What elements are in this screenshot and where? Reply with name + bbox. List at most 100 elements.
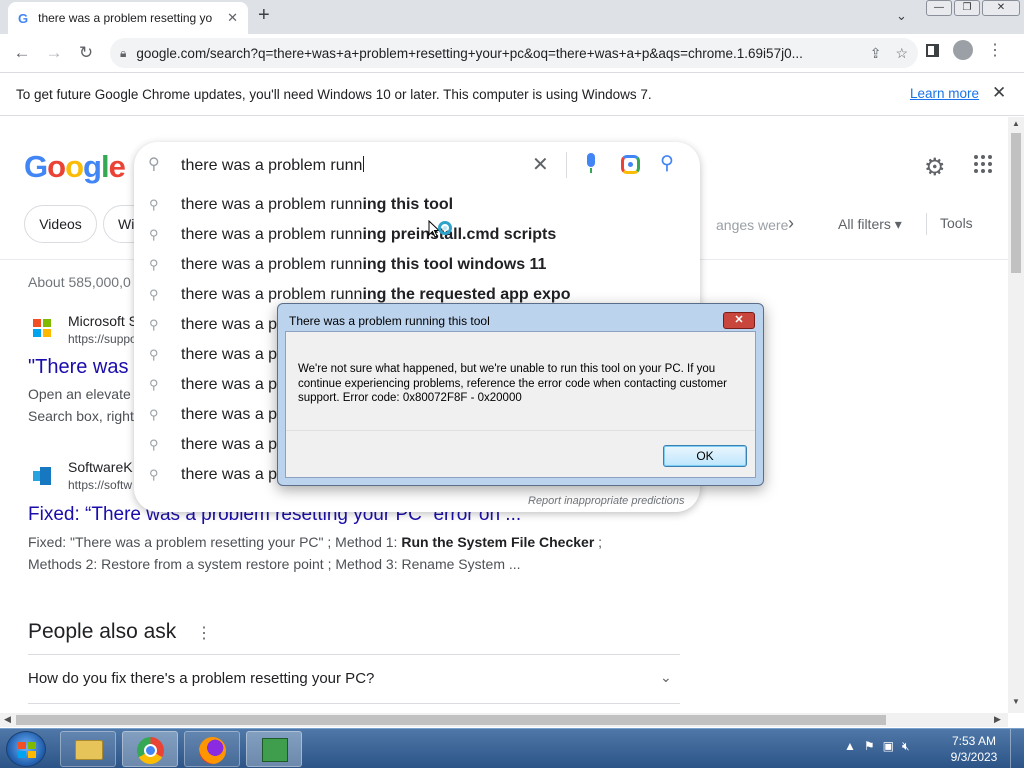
chevron-down-icon[interactable]: ⌄ <box>660 669 672 686</box>
result-count: About 585,000,0 <box>28 274 131 290</box>
result-title-link[interactable]: "There was <box>28 356 128 379</box>
search-submit-icon[interactable]: ⚲ <box>660 152 674 175</box>
restore-button[interactable]: ❐ <box>954 0 980 16</box>
paa-question[interactable]: How do you fix there's a problem resetti… <box>28 670 374 687</box>
suggestion-prefix: there was a problem runn <box>181 256 363 273</box>
tools-button[interactable]: Tools <box>940 215 973 231</box>
voice-search-mic-icon[interactable] <box>584 153 598 175</box>
clock-time: 7:53 AM <box>951 734 997 748</box>
google-logo[interactable]: Google <box>24 149 126 185</box>
chevron-right-icon[interactable]: › <box>788 213 794 234</box>
snippet-bold: Run the System File Checker <box>401 534 595 550</box>
profile-avatar-icon[interactable] <box>953 40 973 60</box>
suggestion-completion: ing preinstall.cmd scripts <box>362 226 557 243</box>
result-snippet: Open an elevate <box>28 386 131 402</box>
caret-down-icon: ▾ <box>894 216 902 232</box>
start-button[interactable] <box>6 731 46 767</box>
search-input[interactable]: ⚲ there was a problem runn <box>134 142 700 188</box>
taskbar-firefox-button[interactable] <box>184 731 240 767</box>
snippet-text: ; <box>594 534 603 550</box>
firefox-icon <box>199 737 226 764</box>
google-lens-icon[interactable] <box>621 155 640 174</box>
minimize-button[interactable]: — <box>926 0 952 16</box>
suggestion-text: there was a problem running the requeste… <box>181 286 570 304</box>
suggestion-item[interactable]: ⚲ there was a problem running preinstall.… <box>134 221 700 251</box>
show-desktop-button[interactable] <box>1010 729 1024 768</box>
tab-strip: G there was a problem resetting yo ✕ + ⌄… <box>0 0 1024 34</box>
dialog-message: We're not sure what happened, but we're … <box>298 363 727 404</box>
infobar-close-icon[interactable]: ✕ <box>992 83 1006 103</box>
suggestion-text: there was a p <box>181 406 278 423</box>
divider <box>28 703 680 704</box>
scroll-right-arrow-icon[interactable]: ▶ <box>994 714 1001 725</box>
search-icon: ⚲ <box>149 377 159 392</box>
settings-gear-icon[interactable]: ⚙ <box>924 153 946 182</box>
update-infobar: To get future Google Chrome updates, you… <box>0 72 1024 116</box>
window-close-button[interactable]: ✕ <box>982 0 1020 16</box>
result-snippet: Methods 2: Restore from a system restore… <box>28 556 521 572</box>
volume-muted-icon[interactable]: 🔇︎ <box>902 739 910 754</box>
search-icon: ⚲ <box>149 287 159 302</box>
toolbar-right: ⋮ <box>926 40 1003 60</box>
browser-toolbar: ← → ↻ 🔒︎ google.com/search?q=there+was+a… <box>0 34 1024 72</box>
learn-more-link[interactable]: Learn more <box>910 86 979 101</box>
search-icon: ⚲ <box>149 437 159 452</box>
search-query-text[interactable]: there was a problem runn <box>181 156 364 175</box>
suggestion-text: there was a p <box>181 436 278 453</box>
address-bar[interactable]: 🔒︎ google.com/search?q=there+was+a+probl… <box>110 38 918 68</box>
suggestion-text: there was a p <box>181 466 278 483</box>
reload-icon[interactable]: ↻ <box>70 43 102 63</box>
share-icon[interactable]: ⇪ <box>870 45 882 62</box>
google-apps-icon[interactable] <box>974 155 992 173</box>
scroll-down-arrow-icon[interactable]: ▼ <box>1012 697 1020 706</box>
report-predictions-link[interactable]: Report inappropriate predictions <box>528 495 685 507</box>
side-panel-icon[interactable] <box>926 43 939 57</box>
dialog-title: There was a problem running this tool <box>289 314 490 328</box>
horizontal-scrollbar[interactable]: ◀ ▶ <box>0 713 1008 727</box>
scrollbar-thumb[interactable] <box>1011 133 1021 273</box>
more-menu-icon[interactable]: ⋮ <box>987 40 1003 60</box>
scroll-left-arrow-icon[interactable]: ◀ <box>4 714 11 725</box>
bookmark-star-icon[interactable]: ☆ <box>895 45 908 62</box>
result-site-name[interactable]: SoftwareK <box>68 459 133 475</box>
scroll-up-arrow-icon[interactable]: ▲ <box>1012 119 1020 128</box>
system-tray: ▲ ⚑ ▣ 🔇︎ <box>844 739 910 754</box>
lock-icon[interactable]: 🔒︎ <box>120 46 126 61</box>
ok-button[interactable]: OK <box>663 445 747 467</box>
tab-search-chevron-icon[interactable]: ⌄ <box>896 8 907 24</box>
suggestion-completion: ing the requested app expo <box>362 286 571 303</box>
taskbar-clock[interactable]: 7:53 AM 9/3/2023 <box>948 733 1000 765</box>
new-tab-icon[interactable]: + <box>258 4 270 27</box>
dialog-body: We're not sure what happened, but we're … <box>285 331 756 478</box>
suggestion-completion: ing this tool <box>362 196 454 213</box>
divider <box>926 213 927 235</box>
suggestion-text: there was a problem running this tool wi… <box>181 256 546 274</box>
close-tab-icon[interactable]: ✕ <box>227 10 238 26</box>
more-options-icon[interactable]: ⋮ <box>196 623 212 643</box>
dialog-close-button[interactable]: ✕ <box>723 312 755 329</box>
result-site-url[interactable]: https://suppo <box>68 332 137 346</box>
logo-letter: e <box>108 149 126 184</box>
suggestion-item[interactable]: ⚲ there was a problem running this tool <box>134 191 700 221</box>
forward-arrow-icon[interactable]: → <box>38 43 70 63</box>
logo-letter: l <box>100 149 110 184</box>
suggestion-item[interactable]: ⚲ there was a problem running this tool w… <box>134 251 700 281</box>
result-snippet: Fixed: "There was a problem resetting yo… <box>28 534 602 550</box>
tray-expand-icon[interactable]: ▲ <box>844 739 856 754</box>
all-filters-button[interactable]: All filters ▾ <box>838 216 902 233</box>
chip-videos[interactable]: Videos <box>24 205 97 243</box>
clear-search-icon[interactable]: ✕ <box>532 152 549 177</box>
action-center-flag-icon[interactable]: ⚑ <box>864 739 875 754</box>
busy-cursor-icon <box>428 220 452 238</box>
browser-tab[interactable]: G there was a problem resetting yo ✕ <box>8 2 248 34</box>
taskbar-tool-button[interactable] <box>246 731 302 767</box>
taskbar-chrome-button[interactable] <box>122 731 178 767</box>
network-icon[interactable]: ▣ <box>883 739 894 754</box>
back-arrow-icon[interactable]: ← <box>6 43 38 63</box>
scrollbar-thumb[interactable] <box>16 715 886 725</box>
result-site-url[interactable]: https://softw <box>68 478 132 492</box>
chip-faded-text[interactable]: anges were <box>716 217 788 233</box>
taskbar-explorer-button[interactable] <box>60 731 116 767</box>
result-site-name[interactable]: Microsoft S <box>68 313 138 329</box>
vertical-scrollbar[interactable]: ▲ ▼ <box>1008 117 1024 713</box>
